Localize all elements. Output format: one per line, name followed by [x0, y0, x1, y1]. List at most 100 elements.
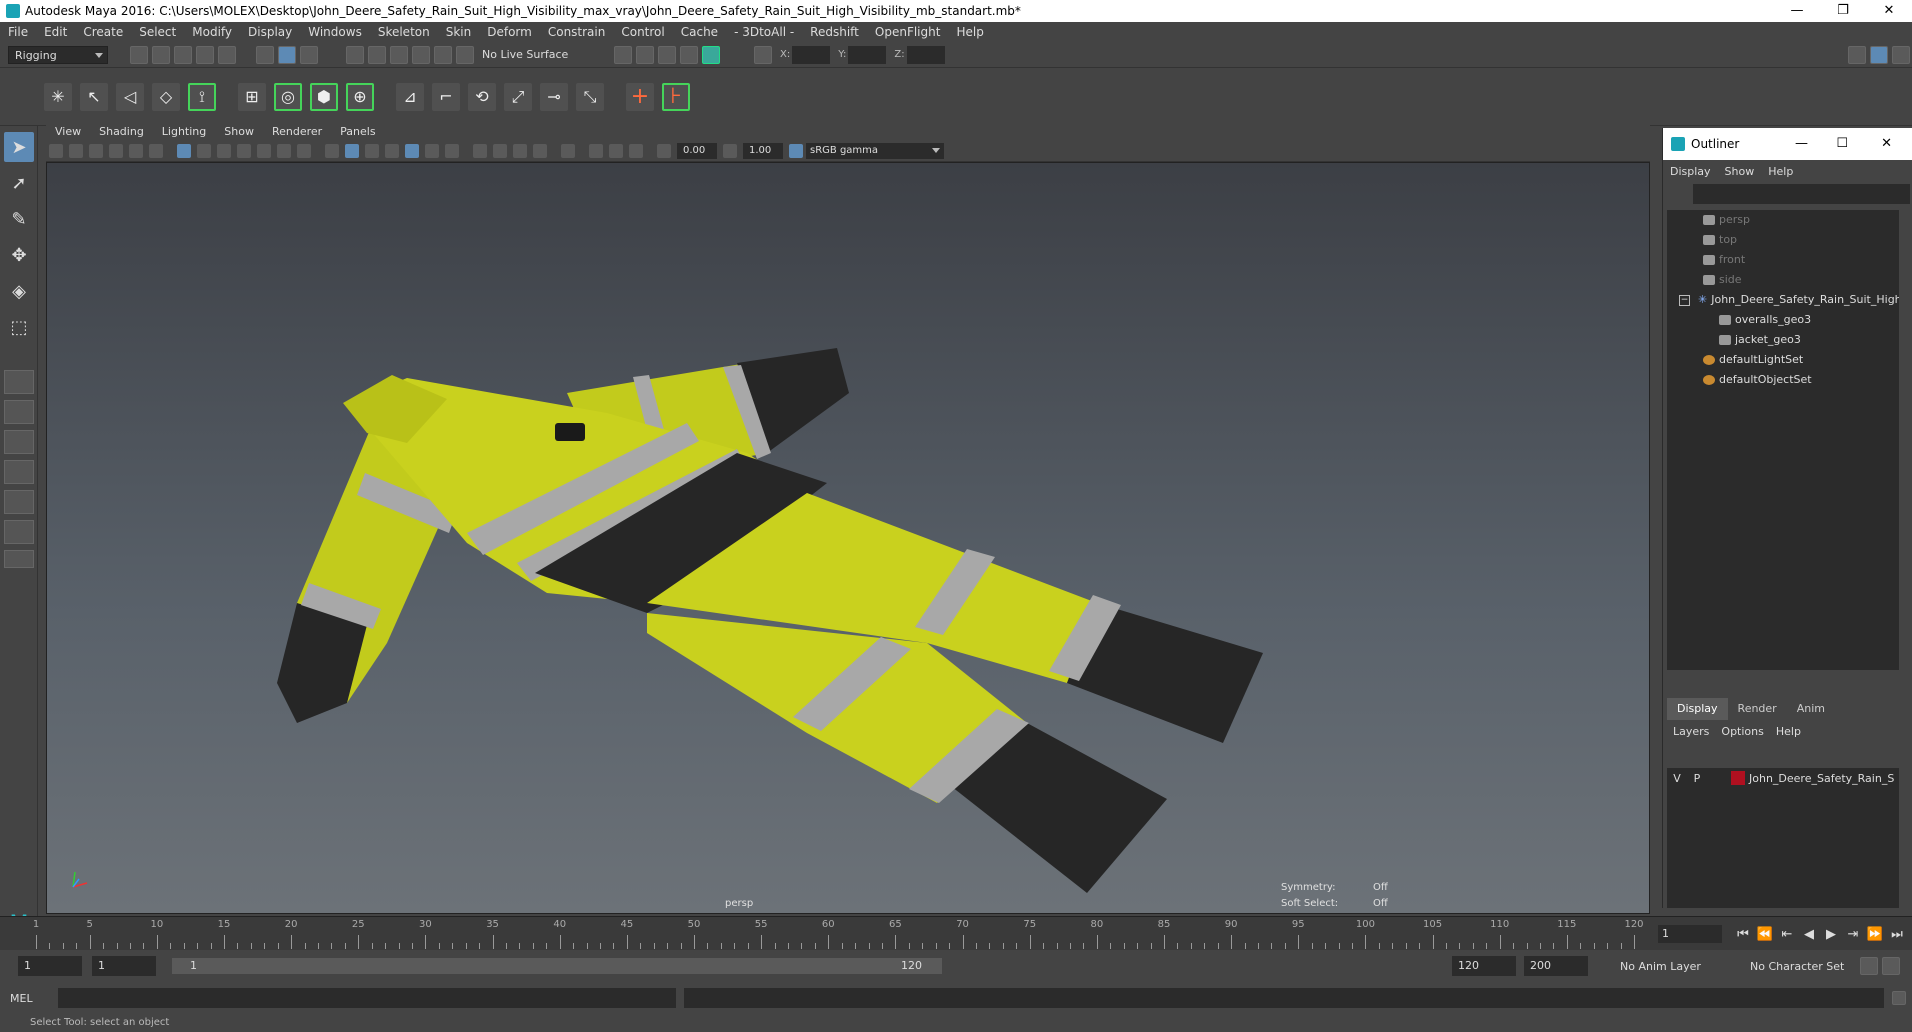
rotate-tool-icon[interactable]: ◈ [4, 276, 34, 306]
rain-suit-model[interactable] [47, 163, 1650, 914]
save-scene-icon[interactable] [174, 45, 192, 64]
joint-tool-icon[interactable]: ⟟ [188, 82, 216, 111]
snap-point-icon[interactable] [390, 45, 408, 64]
layer-menu-options[interactable]: Options [1715, 725, 1769, 738]
outliner-minimize-button[interactable]: — [1795, 128, 1808, 160]
textured-icon[interactable] [405, 143, 419, 158]
menu-file[interactable]: File [0, 25, 36, 39]
attribute-editor-icon[interactable] [1870, 45, 1888, 64]
step-forward-icon[interactable]: ⏩ [1864, 927, 1886, 942]
layer-menu-layers[interactable]: Layers [1667, 725, 1715, 738]
pole-constraint-icon[interactable]: ⤡ [576, 82, 604, 111]
redo-icon[interactable] [218, 45, 236, 64]
motion-blur-icon[interactable] [493, 143, 507, 158]
channel-box-icon[interactable] [1892, 45, 1910, 64]
menu-edit[interactable]: Edit [36, 25, 75, 39]
menu-select[interactable]: Select [131, 25, 184, 39]
bind-skin-icon[interactable]: ◎ [274, 82, 302, 111]
playback-end-field[interactable]: 120 [1452, 956, 1516, 976]
step-back-key-icon[interactable]: ⇤ [1776, 927, 1798, 942]
y-field[interactable] [848, 45, 887, 64]
camera-attr-icon[interactable] [69, 143, 83, 158]
script-editor-icon[interactable] [1892, 991, 1906, 1005]
modeling-toolkit-icon[interactable] [1848, 45, 1866, 64]
range-slider-track[interactable]: 1 120 [172, 958, 942, 974]
outliner-maximize-button[interactable]: ☐ [1836, 128, 1848, 160]
layer-tab-anim[interactable]: Anim [1787, 698, 1835, 720]
shadows-icon[interactable] [445, 143, 459, 158]
command-input[interactable] [58, 988, 676, 1008]
single-perspective-icon[interactable] [4, 370, 34, 394]
panel-menu-panels[interactable]: Panels [331, 125, 384, 138]
menu-help[interactable]: Help [948, 25, 991, 39]
gate-mask-icon[interactable] [237, 143, 251, 158]
persp-hypershade-icon[interactable] [4, 490, 34, 514]
xray-joints-icon[interactable] [629, 143, 643, 158]
four-view-icon[interactable] [4, 400, 34, 424]
snap-projected-icon[interactable] [412, 45, 430, 64]
open-scene-icon[interactable] [152, 45, 170, 64]
resolution-gate-icon[interactable] [217, 143, 231, 158]
menu-deform[interactable]: Deform [479, 25, 540, 39]
render-current-icon[interactable] [636, 45, 654, 64]
field-chart-icon[interactable] [257, 143, 271, 158]
play-back-icon[interactable]: ◀ [1798, 927, 1820, 942]
anim-layer-dropdown[interactable]: No Anim Layer [1608, 960, 1738, 973]
current-frame-field[interactable]: 1 [1658, 925, 1722, 943]
playback-start-field[interactable]: 1 [92, 956, 156, 976]
live-surface-label[interactable]: No Live Surface [482, 48, 582, 61]
layout-menu-icon[interactable] [4, 550, 34, 568]
persp-outliner-icon[interactable] [4, 430, 34, 454]
menu-display[interactable]: Display [240, 25, 300, 39]
panel-menu-view[interactable]: View [46, 125, 90, 138]
auto-key-icon[interactable] [1860, 957, 1878, 975]
minimize-button[interactable]: — [1774, 0, 1820, 22]
undo-icon[interactable] [196, 45, 214, 64]
gamma-field[interactable]: 1.00 [743, 142, 783, 159]
step-forward-key-icon[interactable]: ⇥ [1842, 927, 1864, 942]
paint-select-icon[interactable]: ✎ [4, 204, 34, 234]
use-all-lights-icon[interactable] [425, 143, 439, 158]
color-management-icon[interactable] [789, 143, 803, 158]
outliner-item[interactable]: front [1667, 250, 1899, 270]
panel-menu-show[interactable]: Show [215, 125, 263, 138]
select-tool-icon[interactable]: ➤ [4, 132, 34, 162]
go-to-end-icon[interactable]: ⏭ [1886, 927, 1908, 942]
wireframe-icon[interactable] [325, 143, 339, 158]
menu-windows[interactable]: Windows [300, 25, 370, 39]
outliner-menu-display[interactable]: Display [1663, 165, 1718, 178]
anti-aliasing-icon[interactable] [513, 143, 527, 158]
scale-tool-icon[interactable]: ⬚ [4, 312, 34, 342]
move-tool-icon[interactable]: ✥ [4, 240, 34, 270]
menu-create[interactable]: Create [75, 25, 131, 39]
time-ruler[interactable]: 1 5 10 15 20 25 30 35 40 45 50 55 60 65 70 75 80 85 90 95 10… [30, 917, 1650, 951]
2d-pan-icon[interactable] [129, 143, 143, 158]
panel-menu-renderer[interactable]: Renderer [263, 125, 331, 138]
panel-menu-lighting[interactable]: Lighting [153, 125, 215, 138]
menu-skin[interactable]: Skin [438, 25, 480, 39]
collapse-toggle-icon[interactable]: − [1679, 294, 1690, 306]
outliner-item[interactable]: top [1667, 230, 1899, 250]
layer-tab-display[interactable]: Display [1667, 698, 1728, 720]
gamma-icon[interactable] [723, 143, 737, 158]
color-space-dropdown[interactable]: sRGB gamma [806, 142, 944, 159]
script-language-label[interactable]: MEL [0, 992, 58, 1005]
wireframe-on-shaded-icon[interactable] [385, 143, 399, 158]
outliner-item[interactable]: jacket_geo3 [1667, 330, 1899, 350]
start-time-field[interactable]: 1 [18, 956, 82, 976]
layer-tab-render[interactable]: Render [1728, 698, 1787, 720]
default-material-icon[interactable] [365, 143, 379, 158]
snap-curve-icon[interactable] [368, 45, 386, 64]
paint-weights-icon[interactable]: ⬢ [310, 82, 338, 111]
snap-live-icon[interactable] [456, 45, 474, 64]
grease-pencil-icon[interactable] [149, 143, 163, 158]
layer-menu-help[interactable]: Help [1770, 725, 1807, 738]
outliner-menu-show[interactable]: Show [1718, 165, 1762, 178]
exposure-icon[interactable] [657, 143, 671, 158]
bookmark-icon[interactable] [89, 143, 103, 158]
outliner-item[interactable]: side [1667, 270, 1899, 290]
outliner-search-input[interactable] [1693, 184, 1910, 204]
render-settings-icon[interactable] [680, 45, 698, 64]
menu-control[interactable]: Control [613, 25, 672, 39]
lattice-icon[interactable]: ◁ [116, 82, 144, 111]
